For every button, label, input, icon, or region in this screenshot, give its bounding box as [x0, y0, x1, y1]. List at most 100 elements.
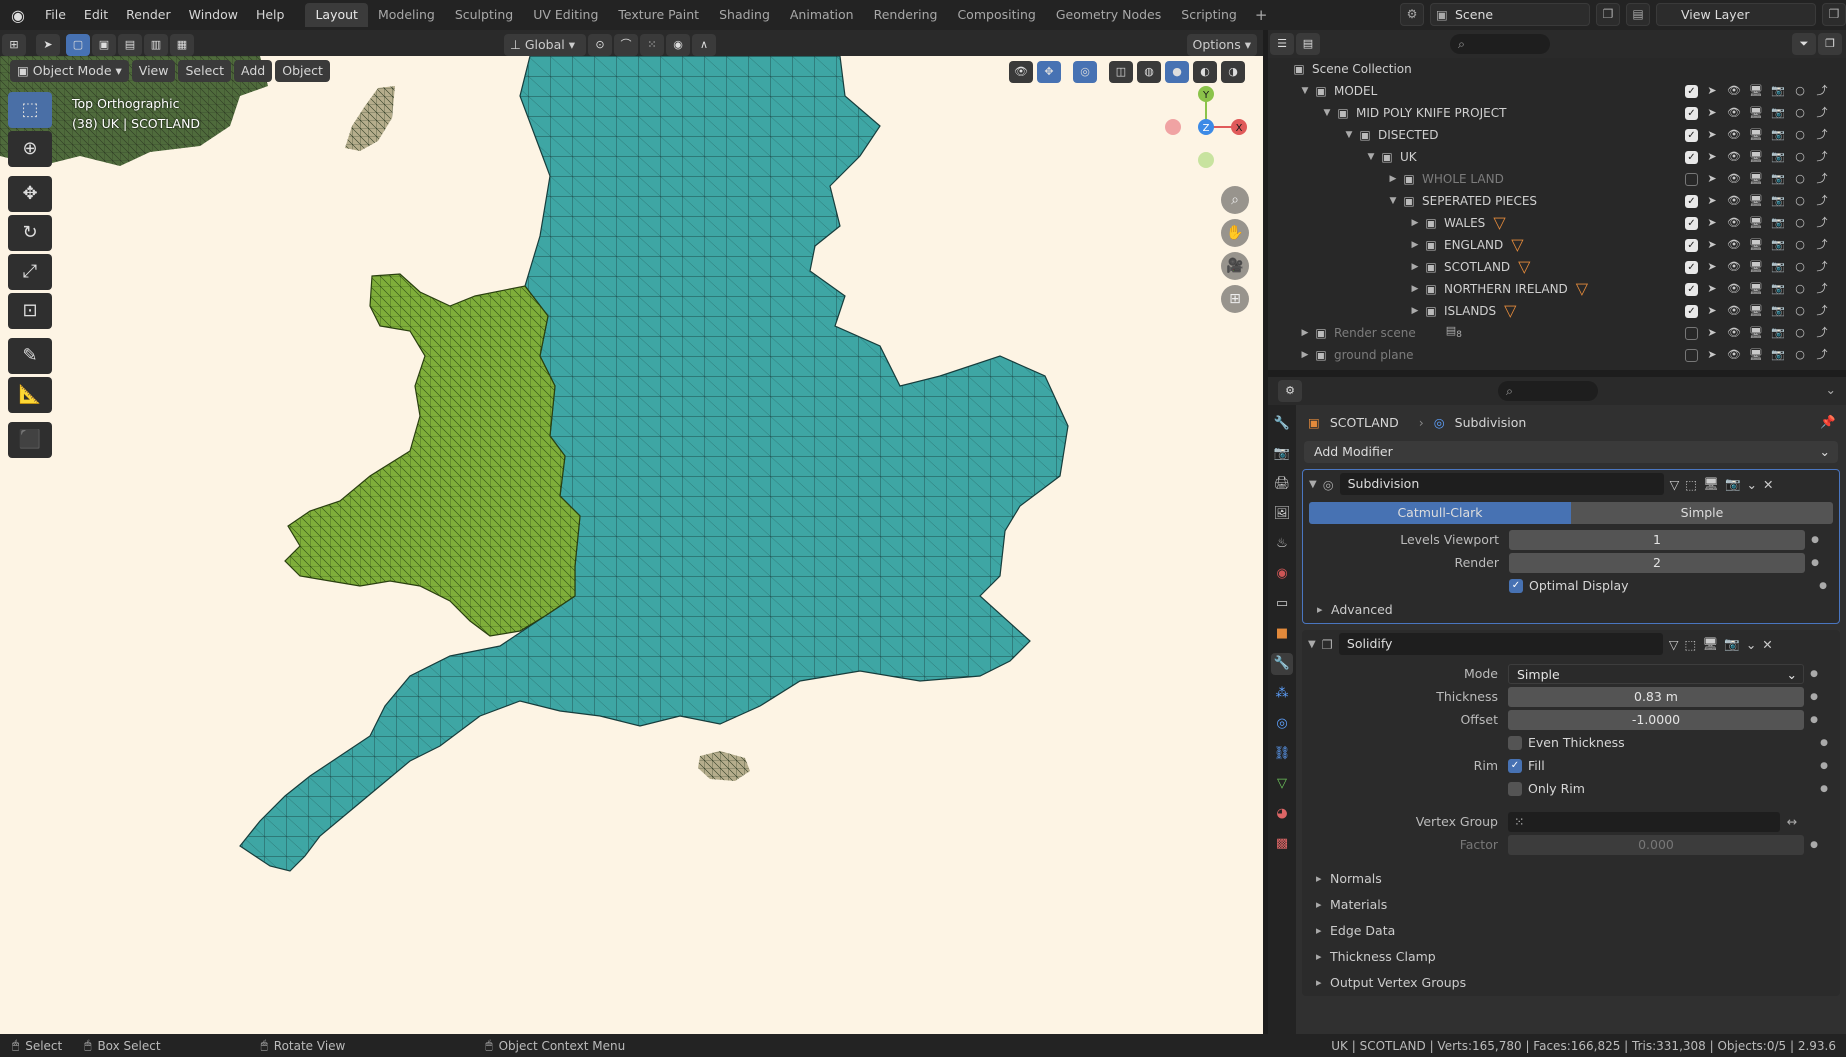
measure-tool-icon[interactable]: 📐 — [8, 377, 52, 413]
eye-icon[interactable]: 👁 — [1726, 146, 1742, 168]
eye-icon[interactable]: 👁 — [1726, 234, 1742, 256]
falloff-icon[interactable]: ∧ — [692, 34, 716, 56]
menu-add[interactable]: Add — [234, 60, 273, 82]
collection-tab-icon[interactable]: ▭ — [1271, 593, 1293, 615]
monitor-icon[interactable]: 🖥 — [1748, 124, 1764, 146]
select-box-tool-icon[interactable]: ⬚ — [8, 92, 52, 128]
scene-tab-icon[interactable]: ♨ — [1271, 533, 1293, 555]
camera-icon[interactable]: 📷 — [1770, 256, 1786, 278]
wales-region[interactable] — [284, 273, 581, 637]
keyframe-dot-icon[interactable]: ● — [1804, 692, 1824, 702]
indirect-only-icon[interactable]: ⤴ — [1814, 278, 1830, 300]
snap-target-icon[interactable]: ⁙ — [640, 34, 664, 56]
indirect-only-icon[interactable]: ⤴ — [1814, 234, 1830, 256]
tab-uv-editing[interactable]: UV Editing — [523, 3, 608, 27]
monitor-icon[interactable]: 🖥 — [1748, 102, 1764, 124]
new-view-layer-icon[interactable]: ❐ — [1822, 3, 1846, 26]
transform-tool-icon[interactable]: ⊡ — [8, 293, 52, 329]
camera-icon[interactable]: 📷 — [1770, 190, 1786, 212]
keyframe-dot-icon[interactable]: ● — [1805, 558, 1825, 568]
monitor-icon[interactable]: 🖥 — [1748, 322, 1764, 344]
exclude-checkbox[interactable]: ✓ — [1685, 84, 1698, 98]
monitor-icon[interactable]: 🖥 — [1748, 234, 1764, 256]
menu-select[interactable]: Select — [178, 60, 232, 82]
annotate-tool-icon[interactable]: ✎ — [8, 338, 52, 374]
constraints-tab-icon[interactable]: ⛓ — [1271, 743, 1293, 765]
camera-icon[interactable]: 📷 — [1770, 102, 1786, 124]
eye-icon[interactable]: 👁 — [1726, 80, 1742, 102]
tab-modeling[interactable]: Modeling — [368, 3, 445, 27]
vertex-filter-icon[interactable]: ▽ — [1493, 212, 1505, 234]
blender-logo-icon[interactable]: ◉ — [0, 0, 36, 30]
optimal-display-checkbox[interactable]: ✓ Optimal Display — [1509, 578, 1629, 593]
render-toggle-icon[interactable]: 📷 — [1725, 476, 1741, 492]
pivot-point-icon[interactable]: ⊙ — [588, 34, 612, 56]
eye-icon[interactable]: 👁 — [1726, 190, 1742, 212]
select-tool-icon[interactable]: ➤ — [36, 34, 60, 56]
indirect-only-icon[interactable]: ⤴ — [1814, 256, 1830, 278]
holdout-icon[interactable]: ○ — [1792, 80, 1808, 102]
new-collection-icon[interactable]: ❐ — [1818, 33, 1842, 55]
even-thickness-checkbox[interactable]: Even Thickness — [1508, 735, 1625, 750]
monitor-icon[interactable]: 🖥 — [1748, 80, 1764, 102]
outliner-row[interactable]: ▶ ▣ WALES ▽ ✓ ➤ 👁 🖥 📷 ○ ⤴ — [1268, 212, 1846, 234]
only-rim-checkbox[interactable]: Only Rim — [1508, 781, 1585, 796]
keyframe-dot-icon[interactable]: ● — [1805, 535, 1825, 545]
scene-collection-row[interactable]: ▣ Scene Collection — [1268, 58, 1846, 80]
holdout-icon[interactable]: ○ — [1792, 256, 1808, 278]
selectable-arrow-icon[interactable]: ➤ — [1704, 344, 1720, 366]
tab-scripting[interactable]: Scripting — [1171, 3, 1247, 27]
keyframe-dot-icon[interactable]: ● — [1804, 840, 1824, 850]
holdout-icon[interactable]: ○ — [1792, 344, 1808, 366]
collapse-arrow-icon[interactable]: ▼ — [1308, 639, 1316, 650]
add-cube-tool-icon[interactable]: ⬛ — [8, 422, 52, 458]
menu-edit[interactable]: Edit — [75, 0, 117, 30]
monitor-icon[interactable]: 🖥 — [1748, 300, 1764, 322]
camera-icon[interactable]: 📷 — [1770, 344, 1786, 366]
monitor-icon[interactable]: 🖥 — [1748, 344, 1764, 366]
overlay-toggle-icon[interactable]: ◎ — [1073, 61, 1097, 83]
indirect-only-icon[interactable]: ⤴ — [1814, 344, 1830, 366]
camera-icon[interactable]: 📷 — [1770, 168, 1786, 190]
selectable-arrow-icon[interactable]: ➤ — [1704, 168, 1720, 190]
subdivision-name-field[interactable]: Subdivision — [1339, 473, 1664, 495]
expand-arrow-icon[interactable]: ▼ — [1298, 80, 1312, 102]
simple-button[interactable]: Simple — [1571, 502, 1833, 524]
selectable-arrow-icon[interactable]: ➤ — [1704, 102, 1720, 124]
tab-sculpting[interactable]: Sculpting — [445, 3, 523, 27]
monitor-icon[interactable]: 🖥 — [1748, 190, 1764, 212]
camera-icon[interactable]: 📷 — [1770, 146, 1786, 168]
collapsed-arrow-icon[interactable]: ▶ — [1298, 322, 1312, 344]
transform-orientation-dropdown[interactable]: ⊥ Global ▾ — [504, 34, 586, 56]
viewport-display-toggle-icon[interactable]: 🖥 — [1703, 476, 1719, 492]
selectable-arrow-icon[interactable]: ➤ — [1704, 124, 1720, 146]
gizmo-toggle-icon[interactable]: ✥ — [1037, 61, 1061, 83]
exclude-checkbox[interactable]: ✓ — [1685, 216, 1698, 230]
tab-texture-paint[interactable]: Texture Paint — [608, 3, 709, 27]
output-vertex-groups-section[interactable]: Output Vertex Groups — [1302, 970, 1840, 996]
holdout-icon[interactable]: ○ — [1792, 322, 1808, 344]
selectable-arrow-icon[interactable]: ➤ — [1704, 256, 1720, 278]
edit-mode-toggle-icon[interactable]: ▽ — [1669, 637, 1679, 652]
selectable-arrow-icon[interactable]: ➤ — [1704, 322, 1720, 344]
neg-x-axis-icon[interactable] — [1165, 119, 1181, 135]
rotate-tool-icon[interactable]: ↻ — [8, 215, 52, 251]
close-icon[interactable]: ✕ — [1762, 637, 1772, 652]
menu-file[interactable]: File — [36, 0, 75, 30]
indirect-only-icon[interactable]: ⤴ — [1814, 102, 1830, 124]
outliner-row[interactable]: ▶ ▣ ISLANDS ▽ ✓ ➤ 👁 🖥 📷 ○ ⤴ — [1268, 300, 1846, 322]
exclude-checkbox[interactable]: ✓ — [1685, 304, 1698, 318]
object-mode-dropdown[interactable]: ▣ Object Mode ▾ — [10, 60, 129, 82]
camera-icon[interactable]: 📷 — [1770, 322, 1786, 344]
monitor-icon[interactable]: 🖥 — [1748, 146, 1764, 168]
fill-checkbox[interactable]: ✓ Fill — [1508, 758, 1545, 773]
camera-icon[interactable]: 📷 — [1770, 212, 1786, 234]
selectable-arrow-icon[interactable]: ➤ — [1704, 212, 1720, 234]
exclude-checkbox[interactable] — [1685, 348, 1698, 362]
object-visibility-icon[interactable]: 👁 — [1009, 61, 1033, 83]
collapsed-arrow-icon[interactable]: ▶ — [1408, 256, 1422, 278]
xray-toggle-icon[interactable]: ◫ — [1109, 61, 1133, 83]
viewport-display-toggle-icon[interactable]: 🖥 — [1702, 636, 1718, 652]
outliner-row[interactable]: ▶ ▣ ENGLAND ▽ ✓ ➤ 👁 🖥 📷 ○ ⤴ — [1268, 234, 1846, 256]
holdout-icon[interactable]: ○ — [1792, 190, 1808, 212]
